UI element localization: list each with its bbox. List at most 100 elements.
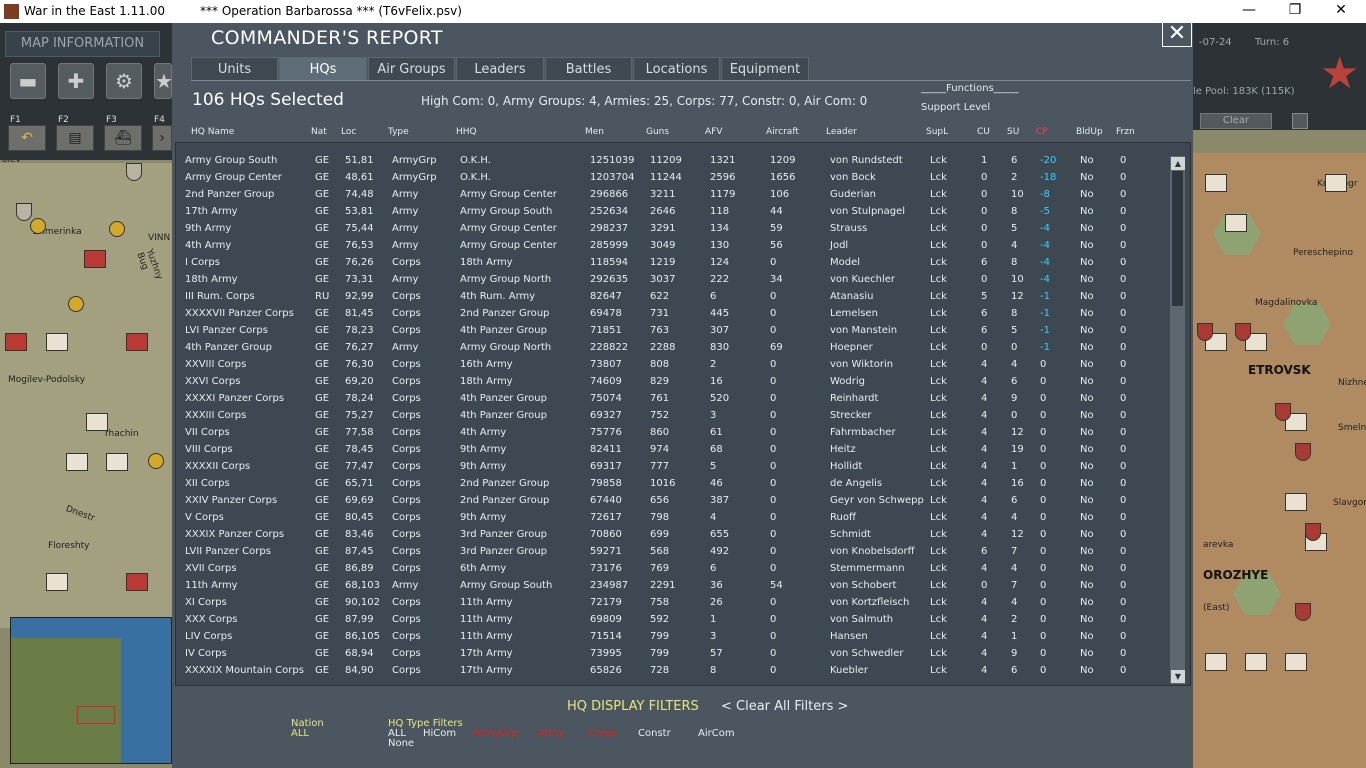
table-row[interactable]: XXVI Corps GE 69,20 Corps 18th Army 74609 829 1… bbox=[176, 373, 1166, 390]
supply-marker[interactable] bbox=[148, 453, 164, 469]
table-row[interactable]: VII Corps GE 77,58 Corps 4th Army 75776 860 61 0… bbox=[176, 424, 1166, 441]
unit-counter[interactable] bbox=[1205, 174, 1227, 192]
map-left-area[interactable]: Zhmerinka VINN Mogilev-Podolsky Dnestr F… bbox=[0, 155, 172, 628]
type-filter-none[interactable]: None bbox=[388, 738, 414, 749]
column-header-guns[interactable]: Guns bbox=[646, 127, 669, 137]
unit-shield[interactable] bbox=[1305, 523, 1321, 541]
column-header-su[interactable]: SU bbox=[1007, 127, 1019, 137]
type-filter-armygrp[interactable]: ArmyGrp bbox=[473, 728, 518, 739]
unit-counter[interactable] bbox=[1285, 493, 1307, 511]
table-row[interactable]: Army Group South GE 51,81 ArmyGrp O.K.H. 1251… bbox=[176, 152, 1166, 169]
hq-table[interactable]: Army Group South GE 51,81 ArmyGrp O.K.H. 1251… bbox=[175, 142, 1191, 686]
unit-counter[interactable] bbox=[1245, 653, 1267, 671]
unit-counter[interactable] bbox=[84, 250, 106, 268]
unit-counter[interactable] bbox=[46, 333, 68, 351]
supply-marker[interactable] bbox=[109, 221, 125, 237]
unit-counter[interactable] bbox=[126, 573, 148, 591]
unit-counter[interactable] bbox=[46, 573, 68, 591]
unit-shield[interactable] bbox=[1295, 443, 1311, 461]
unit-counter[interactable] bbox=[1205, 653, 1227, 671]
more-icon[interactable]: › bbox=[152, 125, 172, 151]
table-row[interactable]: XI Corps GE 90,102 Corps 11th Army 72179 758 26… bbox=[176, 594, 1166, 611]
tab-leaders[interactable]: Leaders bbox=[456, 57, 544, 81]
column-header-bldup[interactable]: BldUp bbox=[1076, 127, 1103, 137]
window-close-button[interactable]: ✕ bbox=[1326, 2, 1356, 18]
table-row[interactable]: 11th Army GE 68,103 Army Army Group South 234… bbox=[176, 577, 1166, 594]
table-row[interactable]: LIV Corps GE 86,105 Corps 11th Army 71514 799 3… bbox=[176, 628, 1166, 645]
column-header-hq-name[interactable]: HQ Name bbox=[191, 127, 234, 137]
table-row[interactable]: XXXIX Panzer Corps GE 83,46 Corps 3rd Panzer… bbox=[176, 526, 1166, 543]
type-filter-aircom[interactable]: AirCom bbox=[698, 728, 735, 739]
unit-shield[interactable] bbox=[126, 163, 142, 181]
column-header-afv[interactable]: AFV bbox=[705, 127, 723, 137]
table-row[interactable]: XXX Corps GE 87,99 Corps 11th Army 69809 592 1 0… bbox=[176, 611, 1166, 628]
table-row[interactable]: 9th Army GE 75,44 Army Army Group Center 2982… bbox=[176, 220, 1166, 237]
unit-counter[interactable] bbox=[66, 453, 88, 471]
unit-counter[interactable] bbox=[126, 333, 148, 351]
star-icon[interactable]: ★ bbox=[154, 63, 173, 99]
unit-counter[interactable] bbox=[1225, 214, 1247, 232]
table-row[interactable]: V Corps GE 80,45 Corps 9th Army 72617 798 4 0 Ruo… bbox=[176, 509, 1166, 526]
table-row[interactable]: XXXXI Panzer Corps GE 78,24 Corps 4th Panzer… bbox=[176, 390, 1166, 407]
tab-equipment[interactable]: Equipment bbox=[721, 57, 809, 81]
type-filter-army[interactable]: Army bbox=[538, 728, 564, 739]
scroll-up-icon[interactable]: ▲ bbox=[1171, 157, 1185, 170]
map-information-button[interactable]: MAP INFORMATION bbox=[5, 31, 160, 57]
scrollbar-thumb[interactable] bbox=[1172, 171, 1183, 306]
unit-shield[interactable] bbox=[1197, 323, 1213, 341]
table-row[interactable]: XXXXVII Panzer Corps GE 81,45 Corps 2nd Panz… bbox=[176, 305, 1166, 322]
table-row[interactable]: Army Group Center GE 48,61 ArmyGrp O.K.H. 120… bbox=[176, 169, 1166, 186]
column-header-frzn[interactable]: Frzn bbox=[1116, 127, 1135, 137]
map-right-area[interactable]: Krasnogr Pereschepino Magdalinovka ETROV… bbox=[1193, 153, 1366, 768]
table-row[interactable]: XVII Corps GE 86,89 Corps 6th Army 73176 769 6 0… bbox=[176, 560, 1166, 577]
clear-all-filters-button[interactable]: < Clear All Filters > bbox=[721, 699, 848, 714]
unit-shield[interactable] bbox=[1235, 323, 1251, 341]
tab-air-groups[interactable]: Air Groups bbox=[368, 57, 455, 81]
cross-units-icon[interactable]: ✚ bbox=[58, 63, 94, 99]
tab-hqs[interactable]: HQs bbox=[279, 57, 367, 81]
tab-units[interactable]: Units bbox=[191, 57, 278, 81]
column-header-nat[interactable]: Nat bbox=[311, 127, 327, 137]
ship-icon[interactable]: ⛴ bbox=[104, 125, 142, 151]
tank-icon[interactable]: ▬ bbox=[10, 63, 46, 99]
table-row[interactable]: I Corps GE 76,26 Corps 18th Army 118594 1219 12… bbox=[176, 254, 1166, 271]
type-filter-corps[interactable]: Corps bbox=[588, 728, 617, 739]
column-header-cu[interactable]: CU bbox=[977, 127, 990, 137]
nation-filter-all[interactable]: ALL bbox=[291, 728, 309, 739]
arrow-icon[interactable]: ↶ bbox=[8, 125, 46, 151]
unit-counter[interactable] bbox=[5, 333, 27, 351]
table-row[interactable]: XXXXIX Mountain Corps GE 84,90 Corps 17th Ar… bbox=[176, 662, 1166, 679]
supply-marker[interactable] bbox=[30, 218, 46, 234]
table-row[interactable]: 18th Army GE 73,31 Army Army Group North 2926… bbox=[176, 271, 1166, 288]
table-row[interactable]: 2nd Panzer Group GE 74,48 Army Army Group Ce… bbox=[176, 186, 1166, 203]
minimap-viewport[interactable] bbox=[77, 706, 115, 724]
unit-counter[interactable] bbox=[1325, 174, 1347, 192]
table-row[interactable]: IV Corps GE 68,94 Corps 17th Army 73995 799 57 0… bbox=[176, 645, 1166, 662]
gear-icon[interactable]: ⚙ bbox=[106, 63, 142, 99]
column-header-hhq[interactable]: HHQ bbox=[456, 127, 477, 137]
table-row[interactable]: 4th Panzer Group GE 76,27 Army Army Group No… bbox=[176, 339, 1166, 356]
column-header-aircraft[interactable]: Aircraft bbox=[766, 127, 799, 137]
unit-counter[interactable] bbox=[1285, 653, 1307, 671]
close-icon[interactable]: ✕ bbox=[1162, 21, 1192, 47]
clear-button[interactable]: Clear bbox=[1200, 113, 1272, 129]
unit-shield[interactable] bbox=[1295, 603, 1311, 621]
table-row[interactable]: XII Corps GE 65,71 Corps 2nd Panzer Group 798… bbox=[176, 475, 1166, 492]
column-header-loc[interactable]: Loc bbox=[341, 127, 356, 137]
train-icon[interactable]: ▤ bbox=[56, 125, 94, 151]
unit-counter[interactable] bbox=[86, 413, 108, 431]
table-row[interactable]: XXVIII Corps GE 76,30 Corps 16th Army 73807 80… bbox=[176, 356, 1166, 373]
column-header-cp[interactable]: CP bbox=[1036, 127, 1048, 137]
table-row[interactable]: III Rum. Corps RU 92,99 Corps 4th Rum. Army 8… bbox=[176, 288, 1166, 305]
minimap[interactable] bbox=[10, 617, 172, 764]
column-header-leader[interactable]: Leader bbox=[826, 127, 857, 137]
unit-counter[interactable] bbox=[106, 453, 128, 471]
unit-shield[interactable] bbox=[16, 203, 32, 221]
type-filter-constr[interactable]: Constr bbox=[638, 728, 671, 739]
column-header-type[interactable]: Type bbox=[388, 127, 409, 137]
table-row[interactable]: XXXXII Corps GE 77,47 Corps 9th Army 69317 777… bbox=[176, 458, 1166, 475]
table-row[interactable]: LVII Panzer Corps GE 87,45 Corps 3rd Panzer … bbox=[176, 543, 1166, 560]
restore-button[interactable]: ❐ bbox=[1280, 2, 1310, 18]
column-header-men[interactable]: Men bbox=[585, 127, 604, 137]
table-row[interactable]: XXXIII Corps GE 75,27 Corps 4th Panzer Group… bbox=[176, 407, 1166, 424]
